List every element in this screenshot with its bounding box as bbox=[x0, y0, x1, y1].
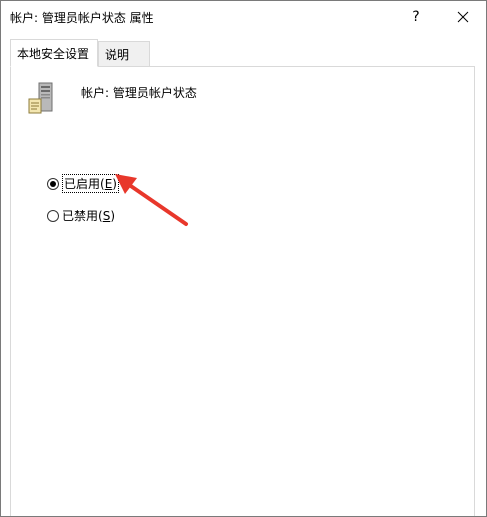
server-icon bbox=[28, 82, 53, 114]
help-label: ? bbox=[412, 9, 420, 25]
tab-panel: 帐户: 管理员帐户状态 已启用(E) 已禁用(S) bbox=[10, 66, 475, 516]
title-bar[interactable]: 帐户: 管理员帐户状态 属性 ? bbox=[1, 1, 486, 33]
radio-disabled[interactable]: 已禁用(S) bbox=[47, 207, 115, 224]
properties-dialog: 帐户: 管理员帐户状态 属性 ? 本地安全设置 说明 帐户: 管理员帐户状态 已… bbox=[0, 0, 487, 517]
radio-enabled-label[interactable]: 已启用(E) bbox=[62, 174, 119, 193]
tab-explain[interactable]: 说明 bbox=[98, 41, 150, 66]
close-button[interactable] bbox=[440, 1, 486, 33]
radio-dot bbox=[50, 180, 56, 187]
radio-button-unselected[interactable] bbox=[47, 209, 59, 222]
annotation-arrow-icon bbox=[115, 174, 188, 226]
tab-label: 说明 bbox=[105, 48, 130, 62]
label-text: 已禁用( bbox=[62, 209, 103, 223]
label-text: ) bbox=[110, 209, 115, 223]
radio-button-selected[interactable] bbox=[47, 177, 59, 190]
radio-enabled[interactable]: 已启用(E) bbox=[47, 174, 119, 193]
policy-name: 帐户: 管理员帐户状态 bbox=[81, 86, 197, 100]
tab-label: 本地安全设置 bbox=[17, 47, 90, 61]
label-text: ) bbox=[112, 177, 117, 191]
window-title: 帐户: 管理员帐户状态 属性 bbox=[10, 11, 154, 25]
help-button[interactable]: ? bbox=[393, 1, 439, 33]
radio-disabled-label[interactable]: 已禁用(S) bbox=[62, 207, 115, 224]
close-icon bbox=[457, 11, 469, 23]
label-text: 已启用( bbox=[64, 177, 105, 191]
tab-local-security-setting[interactable]: 本地安全设置 bbox=[10, 39, 98, 67]
